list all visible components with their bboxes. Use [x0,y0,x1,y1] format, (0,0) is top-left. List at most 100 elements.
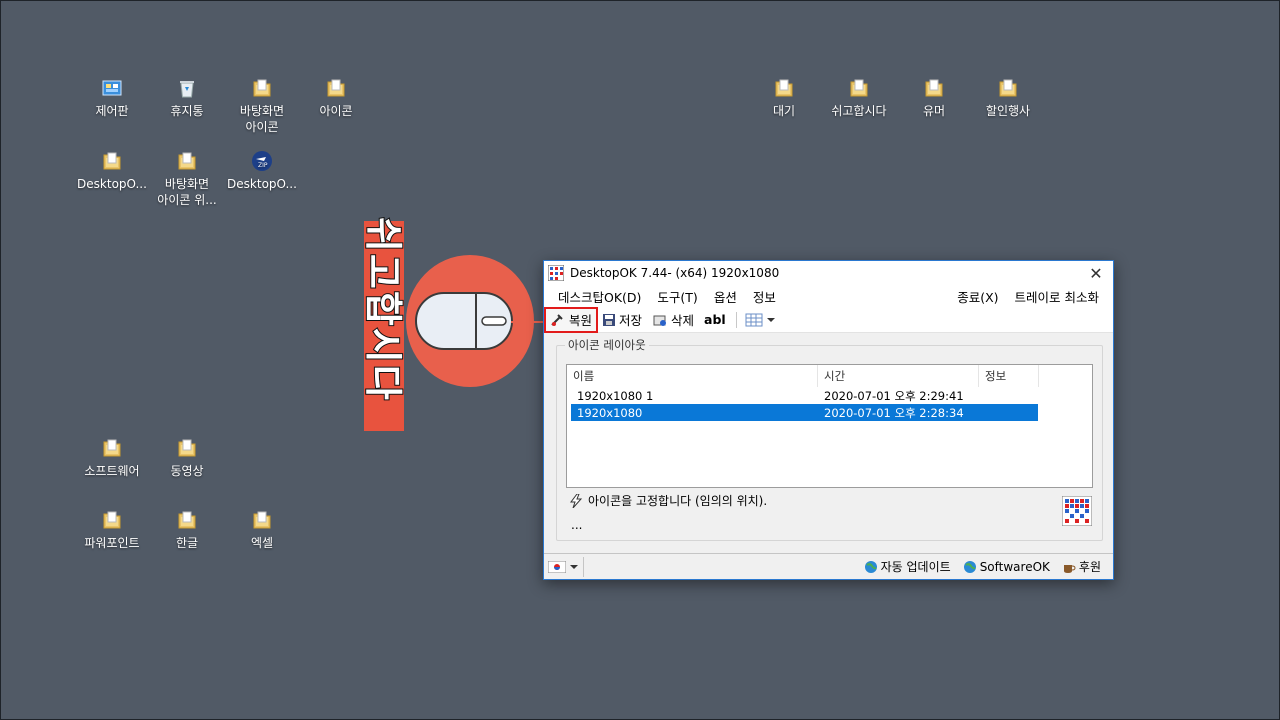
title-bar: DesktopOK 7.44- (x64) 1920x1080 ✕ [544,261,1113,285]
menu-minimize-to-tray[interactable]: 트레이로 최소화 [1007,287,1107,306]
desktop-icon[interactable]: 할인행사 [970,77,1046,119]
folder-icon [101,509,123,531]
desktop-icon-label: 소프트웨어 [84,464,140,478]
column-time[interactable]: 시간 [818,365,979,387]
globe-icon [963,560,976,573]
chevron-down-icon [766,317,775,322]
save-button[interactable]: 저장 [598,309,646,331]
delete-label: 삭제 [671,313,695,328]
column-info[interactable]: 정보 [979,365,1039,387]
recycle-bin-icon [176,77,198,99]
desktop-icon[interactable]: 한글 [149,509,225,551]
toolbar-separator [735,311,737,328]
folder-icon [176,150,198,172]
folder-icon [101,437,123,459]
group-title: 아이콘 레이아웃 [565,337,649,353]
desktop-icon[interactable]: DesktopO... [74,150,150,192]
status-bar: 자동 업데이트 SoftwareOK 후원 [544,553,1113,579]
delete-icon [653,315,667,326]
restore-button[interactable]: 복원 [543,306,599,333]
lightning-icon [570,493,583,508]
desktop-icon-label: 파워포인트 [84,536,140,550]
floppy-icon [603,313,616,326]
folder-icon [848,77,870,99]
row-name: 1920x1080 [577,405,643,420]
folder-icon [997,77,1019,99]
grid-view-icon [745,313,763,326]
app-icon [548,265,564,281]
desktop-icon[interactable]: 바탕화면 아이콘 [224,77,300,135]
folder-icon [773,77,795,99]
save-label: 저장 [619,313,643,328]
close-button[interactable]: ✕ [1079,261,1113,285]
list-row[interactable]: 1920x1080 1 2020-07-01 오후 2:29:41 [571,387,1038,404]
folder-icon [176,437,198,459]
menu-exit[interactable]: 종료(X) [949,287,1006,306]
folder-icon [923,77,945,99]
menu-options[interactable]: 옵션 [706,287,745,306]
desktop-icon[interactable]: 동영상 [149,437,225,479]
folder-icon [325,77,347,99]
desktopok-logo-icon [1062,496,1092,526]
softwareok-label: SoftwareOK [979,559,1050,574]
donate-link[interactable]: 후원 [1062,558,1101,575]
desktop-icon-label: 엑셀 [250,536,274,550]
desktop-icon[interactable]: 엑셀 [224,509,300,551]
more-dots[interactable]: ... [571,518,582,532]
rename-icon: abl [704,312,726,327]
row-time: 2020-07-01 오후 2:29:41 [824,388,964,403]
desktop-icon[interactable]: 휴지통 [149,77,225,119]
delete-button[interactable]: 삭제 [648,309,698,331]
folder-icon [251,77,273,99]
donate-label: 후원 [1078,560,1101,574]
auto-update-label: 자동 업데이트 [880,560,951,574]
desktop-icon[interactable]: 파워포인트 [74,509,150,551]
desktop-icon[interactable]: 쉬고합시다 [821,77,897,119]
svg-text:ZIP: ZIP [258,162,268,169]
desktop-icon[interactable]: 소프트웨어 [74,437,150,479]
rename-button[interactable]: abl [700,309,730,331]
language-dropdown[interactable] [544,556,584,577]
desktop-icon-label: 휴지통 [170,104,204,118]
chevron-down-icon [570,564,578,569]
korea-flag-icon [548,560,566,573]
lock-icons-option[interactable]: 아이콘을 고정합니다 (임의의 위치). [569,492,767,509]
desktop-icon-label: 한글 [175,536,199,550]
desktop-icon[interactable]: ZIP DesktopO... [224,150,300,192]
desktop-icon[interactable]: 아이콘 [298,77,374,119]
menu-bar: 데스크탑OK(D) 도구(T) 옵션 정보 종료(X) 트레이로 최소화 [544,285,1113,307]
toolbar: 복원 저장 삭제 abl [543,306,1113,333]
desktop-icon-label: 아이콘 [319,104,353,118]
row-time: 2020-07-01 오후 2:28:34 [824,405,964,420]
softwareok-link[interactable]: SoftwareOK [963,560,1050,574]
desktop-icon-label: 유머 [922,104,946,118]
desktop-icon-label: 바탕화면 아이콘 위... [157,177,217,207]
row-name: 1920x1080 1 [577,388,654,403]
window-title: DesktopOK 7.44- (x64) 1920x1080 [570,266,780,280]
folder-icon [251,509,273,531]
menu-tools[interactable]: 도구(T) [649,287,705,306]
desktop-icon-label: 대기 [772,104,796,118]
lock-icons-label: 아이콘을 고정합니다 (임의의 위치). [588,494,768,508]
control-panel-icon [101,77,123,99]
desktop-icon[interactable]: 유머 [896,77,972,119]
folder-icon [176,509,198,531]
column-name[interactable]: 이름 [567,365,818,387]
desktop-icon-label: 동영상 [170,464,204,478]
close-icon: ✕ [1089,263,1103,283]
desktop-icon[interactable]: 바탕화면 아이콘 위... [149,150,225,208]
desktop-icon[interactable]: 제어판 [74,77,150,119]
list-row-selected[interactable]: 1920x1080 2020-07-01 오후 2:28:34 [571,404,1038,421]
auto-update-link[interactable]: 자동 업데이트 [864,558,951,575]
desktop-icon[interactable]: 대기 [746,77,822,119]
icon-layout-group: 아이콘 레이아웃 이름 시간 정보 1920x1080 1 2020-07-01… [556,337,1103,541]
overlay-banner-text: 쉬고합시다 [360,216,406,403]
list-header: 이름 시간 정보 [567,365,1092,387]
menu-desktopok[interactable]: 데스크탑OK(D) [550,287,649,306]
coffee-cup-icon [1063,564,1076,573]
folder-icon [101,150,123,172]
desktop-icon-label: 제어판 [95,104,129,118]
view-dropdown[interactable] [741,309,783,331]
menu-info[interactable]: 정보 [745,287,784,306]
pointer-line [511,321,547,323]
